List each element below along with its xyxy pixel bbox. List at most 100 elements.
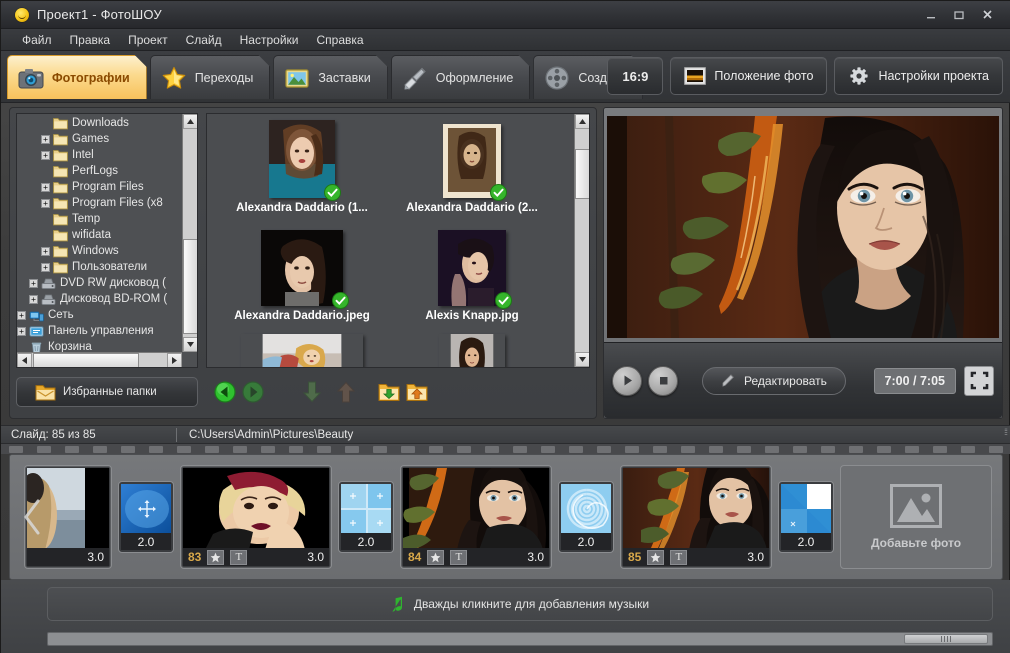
tree-item[interactable]: +Games — [17, 131, 182, 147]
file-item[interactable]: Alexandra Daddario.jpeg — [217, 226, 387, 332]
folder-tree[interactable]: Downloads+Games+IntelPerfLogs+Program Fi… — [17, 114, 182, 352]
menu-item-help[interactable]: Справка — [307, 31, 372, 49]
film-hole — [93, 446, 107, 453]
tree-expand-toggle[interactable]: + — [17, 311, 26, 320]
file-item[interactable] — [217, 334, 387, 368]
film-hole — [401, 446, 415, 453]
tree-scroll-thumb[interactable] — [183, 239, 198, 334]
tree-expand-toggle[interactable]: + — [41, 183, 50, 192]
maximize-button[interactable] — [945, 5, 973, 25]
tree-item[interactable]: +Панель управления — [17, 323, 182, 339]
tree-scroll-down-button[interactable] — [183, 337, 198, 352]
film-hole — [457, 446, 471, 453]
timeline-transition[interactable]: 2.0 — [338, 481, 394, 553]
add-photo-placeholder[interactable]: Добавьте фото — [840, 465, 992, 569]
slide-duration: 3.0 — [527, 550, 544, 564]
tree-expand-toggle[interactable]: + — [41, 263, 50, 272]
tree-vertical-scrollbar[interactable] — [182, 114, 197, 352]
back-arrow-icon[interactable] — [214, 381, 236, 403]
text-badge[interactable]: T — [670, 550, 687, 565]
star-icon[interactable] — [647, 550, 664, 565]
file-name: Alexandra Daddario (2... — [406, 202, 538, 214]
tree-item[interactable]: +Program Files — [17, 179, 182, 195]
menu-item-file[interactable]: Файл — [13, 31, 61, 49]
project-settings-button[interactable]: Настройки проекта — [834, 57, 1003, 95]
tree-scroll-right-button[interactable] — [167, 353, 182, 368]
menu-item-edit[interactable]: Правка — [61, 31, 120, 49]
tree-item[interactable]: PerfLogs — [17, 163, 182, 179]
tree-expand-toggle[interactable]: + — [29, 279, 38, 288]
file-name: Alexandra Daddario.jpeg — [234, 310, 369, 322]
preview-screen[interactable] — [607, 116, 999, 338]
file-scroll-up-button[interactable] — [575, 114, 590, 129]
tree-item[interactable]: +Intel — [17, 147, 182, 163]
star-icon[interactable] — [427, 550, 444, 565]
tree-expand-toggle[interactable]: + — [41, 135, 50, 144]
file-item[interactable]: Alexandra Daddario (1... — [217, 118, 387, 224]
folder-export-icon[interactable] — [406, 382, 428, 402]
file-item[interactable] — [387, 334, 557, 368]
tree-item[interactable]: +Пользователи — [17, 259, 182, 275]
tree-horizontal-scrollbar[interactable] — [17, 352, 182, 367]
tree-item[interactable]: wifidata — [17, 227, 182, 243]
file-scroll-down-button[interactable] — [575, 352, 590, 367]
film-hole — [513, 446, 527, 453]
timeline-horizontal-scrollbar[interactable] — [47, 632, 993, 646]
preview-controls: Редактировать 7:00 / 7:05 — [604, 342, 1002, 418]
timeline-slide[interactable]: 84 T 3.0 — [400, 465, 552, 569]
tree-expand-toggle[interactable]: + — [17, 327, 26, 336]
tree-item[interactable]: Корзина — [17, 339, 182, 352]
timeline-transition[interactable]: 2.0 — [118, 481, 174, 553]
play-button[interactable] — [612, 366, 642, 396]
tree-item[interactable]: Temp — [17, 211, 182, 227]
tab-intros[interactable]: Заставки — [273, 55, 387, 99]
file-item[interactable]: Alexandra Daddario (2... — [387, 118, 557, 224]
file-grid-scrollbar[interactable] — [574, 114, 589, 367]
text-badge[interactable]: T — [230, 550, 247, 565]
timeline-slide[interactable]: 85 T 3.0 — [620, 465, 772, 569]
tab-design[interactable]: Оформление — [391, 55, 531, 99]
tree-scroll-up-button[interactable] — [183, 114, 198, 129]
minimize-button[interactable] — [917, 5, 945, 25]
timeline[interactable]: 3.0 2. — [9, 454, 1003, 580]
tree-expand-toggle[interactable]: + — [41, 247, 50, 256]
chevron-left-icon[interactable] — [22, 497, 44, 537]
file-scroll-thumb[interactable] — [575, 149, 590, 199]
timeline-transition[interactable]: 2.0 — [778, 481, 834, 553]
tree-item[interactable]: +Program Files (x8 — [17, 195, 182, 211]
tree-item[interactable]: +Дисковод BD-ROM ( — [17, 291, 182, 307]
tree-item[interactable]: Downloads — [17, 115, 182, 131]
tree-expand-toggle[interactable]: + — [29, 295, 38, 304]
checked-badge-icon — [490, 184, 507, 201]
file-item[interactable]: Alexis Knapp.jpg — [387, 226, 557, 332]
tree-expand-toggle[interactable]: + — [41, 151, 50, 160]
tree-expand-toggle[interactable]: + — [41, 199, 50, 208]
tree-item[interactable]: + Windows — [17, 243, 182, 259]
tree-hscroll-thumb[interactable] — [33, 353, 139, 368]
tree-item-label: Windows — [72, 245, 119, 257]
folder-import-icon[interactable] — [378, 382, 400, 402]
menu-item-settings[interactable]: Настройки — [231, 31, 308, 49]
fullscreen-button[interactable] — [964, 366, 994, 396]
tree-item[interactable]: +DVD RW дисковод ( — [17, 275, 182, 291]
photo-position-button[interactable]: Положение фото — [670, 57, 827, 95]
tree-item[interactable]: +Сеть — [17, 307, 182, 323]
timeline-transition[interactable]: 2.0 — [558, 481, 614, 553]
resize-grip[interactable]: ⁞⁞ — [1004, 427, 1007, 437]
stop-button[interactable] — [648, 366, 678, 396]
close-button[interactable] — [973, 5, 1001, 25]
timeline-slide[interactable]: 83 T 3.0 — [180, 465, 332, 569]
favorites-folders-button[interactable]: Избранные папки — [16, 377, 198, 407]
music-track-bar[interactable]: Дважды кликните для добавления музыки — [47, 587, 993, 621]
aspect-ratio-button[interactable]: 16:9 — [607, 57, 663, 95]
star-icon[interactable] — [207, 550, 224, 565]
menu-item-slide[interactable]: Слайд — [177, 31, 231, 49]
timeline-scroll-thumb[interactable] — [904, 634, 988, 644]
tree-scroll-left-button[interactable] — [17, 353, 32, 368]
arrow-down-icon[interactable] — [302, 381, 322, 403]
tab-photos[interactable]: Фотографии — [7, 55, 147, 99]
tab-transitions[interactable]: Переходы — [150, 55, 271, 99]
text-badge[interactable]: T — [450, 550, 467, 565]
menu-item-project[interactable]: Проект — [119, 31, 177, 49]
edit-button[interactable]: Редактировать — [702, 367, 846, 395]
